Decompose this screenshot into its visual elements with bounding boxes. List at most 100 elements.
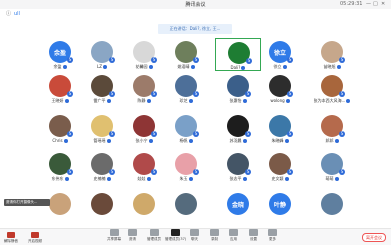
participant-tile[interactable]: S 杨帆 (163, 112, 209, 145)
participant-tile[interactable]: S 姚语晴 (163, 38, 209, 71)
participant-tile[interactable]: S 萌萌 (309, 150, 355, 183)
chat-icon (190, 229, 199, 236)
invite-button[interactable]: 邀请 (128, 229, 137, 242)
participant-tile[interactable]: S 张志平 (215, 150, 261, 183)
mic-icon (106, 139, 111, 143)
participant-tile[interactable] (309, 190, 355, 223)
record-button[interactable]: 录制 (210, 229, 219, 242)
avatar: 金晓 (227, 193, 249, 215)
participant-name: 张志平 (229, 176, 242, 181)
participant-tile[interactable]: S 张小宁 (121, 112, 167, 145)
apps-button[interactable]: 应用 (229, 229, 238, 242)
participant-tile[interactable] (121, 190, 167, 223)
mic-icon (62, 65, 67, 69)
mic-icon (282, 65, 287, 69)
participant-tile[interactable]: S 朱玉 (163, 150, 209, 183)
participant-label: Dali? (216, 65, 260, 70)
mic-status-icon: S (109, 169, 115, 175)
participant-tile[interactable]: Swolong (257, 72, 303, 105)
participant-tile[interactable]: S 雷广平 (79, 72, 125, 105)
participant-tile[interactable]: 余盈 S 余盈 (37, 38, 83, 71)
mic-icon (242, 139, 247, 143)
settings-icon (249, 229, 258, 236)
participant-tile[interactable]: S 陈静 (121, 72, 167, 105)
participant-name: 萌萌 (325, 176, 334, 181)
members-count-button[interactable]: 管理成员(37) (165, 229, 186, 242)
participant-tile[interactable]: S 娃娃 (121, 150, 167, 183)
mic-icon (64, 177, 69, 181)
mic-status-icon: S (245, 169, 251, 175)
participant-tile[interactable]: S 珍芝 (163, 72, 209, 105)
participant-label: 陈静 (121, 98, 167, 104)
avatar (175, 193, 197, 215)
participant-tile[interactable]: S 管瑶瑶 (79, 112, 125, 145)
mic-status-icon: S (67, 131, 73, 137)
participant-label: 管瑶瑶 (79, 138, 125, 144)
mic-status-icon: S (151, 169, 157, 175)
mute-button[interactable]: 解除静音 (4, 232, 18, 244)
participant-tile[interactable]: 叶静 (257, 190, 303, 223)
participant-label: 张志平 (215, 176, 261, 182)
participant-tile[interactable]: S 邦邦 (309, 112, 355, 145)
participant-tile[interactable]: S Dali? (215, 38, 261, 71)
participant-label: 花馨园 (121, 64, 167, 70)
participant-label: 徐立 (257, 64, 303, 70)
participant-tile[interactable]: S Chris (37, 112, 83, 145)
participant-name: 张惠怡 (229, 98, 242, 103)
mic-status-icon: S (339, 91, 345, 97)
toolbar-label: 邀请 (129, 237, 136, 241)
participant-name: 史楠楠 (93, 176, 106, 181)
chat-button[interactable]: 聊天 (190, 229, 199, 242)
leave-meeting-button[interactable]: 离开会议 (362, 233, 386, 242)
participant-tile[interactable]: 金晓 (215, 190, 261, 223)
video-button[interactable]: 开启视频 (28, 232, 42, 244)
mic-icon (241, 66, 246, 70)
participant-name: LZ (97, 64, 102, 69)
participant-name: wolong (270, 98, 285, 103)
participant-tile[interactable]: 徐立 S 徐立 (257, 38, 303, 71)
toolbar-label: 管理成员(37) (165, 237, 187, 241)
participant-label: 苗晓旭 (309, 64, 355, 70)
screen-share-button[interactable]: 共享屏幕 (107, 229, 121, 242)
participant-label: 朱玉 (163, 176, 209, 182)
mic-icon (285, 99, 290, 103)
mic-status-icon: S (109, 57, 115, 63)
participant-label: LZ (79, 64, 125, 69)
apps-icon (229, 229, 238, 236)
participant-tile[interactable] (163, 190, 209, 223)
participant-tile[interactable]: S LZ (79, 38, 125, 71)
participant-label: 萌萌 (309, 176, 355, 182)
participant-tile[interactable]: S 史文颖 (257, 150, 303, 183)
participant-tile[interactable]: S 苗晓旭 (309, 38, 355, 71)
participant-tile[interactable]: S 东伟东 (37, 150, 83, 183)
participant-name: 娃娃 (137, 176, 146, 181)
more-button[interactable]: 更多 (268, 229, 277, 242)
mic-status-icon: S (339, 131, 345, 137)
participant-tile[interactable]: S 史楠楠 (79, 150, 125, 183)
participant-tile[interactable]: S 苏羽晨 (215, 112, 261, 145)
participant-label: 杨帆 (163, 138, 209, 144)
participant-tile[interactable] (79, 190, 125, 223)
mic-icon (242, 177, 247, 181)
participant-tile[interactable] (37, 190, 83, 223)
participant-tile[interactable]: S 花馨园 (121, 38, 167, 71)
participant-label: 朱晓峰 (257, 138, 303, 144)
avatar: 叶静 (269, 193, 291, 215)
participant-name: 雷广平 (93, 98, 106, 103)
participant-name: 朱玉 (179, 176, 188, 181)
invite-icon (128, 229, 137, 236)
mic-status-icon: S (245, 91, 251, 97)
video-label: 开启视频 (28, 239, 42, 243)
settings-button[interactable]: 设置 (249, 229, 258, 242)
participant-tile[interactable]: S 朱晓峰 (257, 112, 303, 145)
members-button[interactable]: 管理成员 (147, 229, 161, 242)
participant-tile[interactable]: S 张为本西大风海... (309, 72, 355, 105)
participant-name: 余盈 (53, 64, 62, 69)
mic-status-icon: S (193, 91, 199, 97)
mic-icon (146, 99, 151, 103)
mic-icon (146, 177, 151, 181)
participant-tile[interactable]: S 张惠怡 (215, 72, 261, 105)
participant-name: 朱晓峰 (271, 138, 284, 143)
mic-status-icon: S (339, 169, 345, 175)
participant-tile[interactable]: S 王晓妍 (37, 72, 83, 105)
